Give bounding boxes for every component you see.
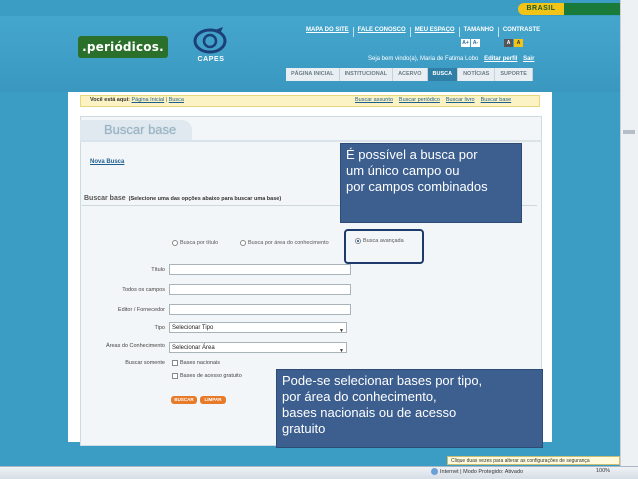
titulo-label: Título xyxy=(151,267,165,273)
periodicos-logo[interactable]: .periódicos. xyxy=(78,36,168,58)
buscar-base-link[interactable]: Buscar base xyxy=(481,97,512,103)
checkbox-bases-nacionais[interactable]: Bases nacionais xyxy=(172,360,220,366)
radio-busca-area[interactable]: Busca por área do conhecimento xyxy=(240,240,329,246)
breadcrumb-home-link[interactable]: Página Inicial xyxy=(131,97,164,103)
welcome-message: Seja bem vindo(a), Maria de Fatima Lobo … xyxy=(368,56,534,62)
tipo-select-value: Selecionar Tipo xyxy=(172,325,214,331)
contrast-dark-button[interactable]: A xyxy=(504,39,513,47)
editor-input[interactable] xyxy=(169,304,351,315)
callout-campos-line-2: um único campo ou xyxy=(346,163,460,178)
callout-bases: Pode-se selecionar bases por tipo, por á… xyxy=(276,369,543,448)
radio-busca-titulo[interactable]: Busca por título xyxy=(172,240,218,246)
scrollbar-thumb[interactable] xyxy=(623,130,635,134)
status-zone[interactable]: Internet | Modo Protegido: Ativado xyxy=(431,468,523,475)
area-select[interactable]: Selecionar Área ▼ xyxy=(169,342,347,354)
callout-bases-line-3: bases nacionais ou de acesso xyxy=(282,405,457,420)
callout-campos-line-1: É possível a busca por xyxy=(346,147,478,162)
area-select-value: Selecionar Área xyxy=(172,345,215,351)
top-navigation: MAPA DO SITE FALE CONOSCO MEU ESPAÇO TAM… xyxy=(302,27,544,37)
capes-label: CAPES xyxy=(197,56,225,63)
contrast-controls: A A xyxy=(504,39,523,47)
breadcrumb: Você está aqui: Página Inicial | Busca xyxy=(90,97,184,103)
radio-busca-area-label: Busca por área do conhecimento xyxy=(248,240,329,246)
buscar-livro-link[interactable]: Buscar livro xyxy=(446,97,475,103)
logout-link[interactable]: Sair xyxy=(523,56,534,62)
increase-font-button[interactable]: A+ xyxy=(461,39,470,47)
radio-icon xyxy=(172,240,178,246)
callout-bases-line-4: gratuito xyxy=(282,421,326,436)
decrease-font-button[interactable]: A- xyxy=(471,39,480,47)
browser-status-bar xyxy=(0,466,638,479)
section-heading: Buscar base (Selecione uma das opções aba… xyxy=(84,195,281,202)
buscar-assunto-link[interactable]: Buscar assunto xyxy=(355,97,393,103)
tipo-select[interactable]: Selecionar Tipo ▼ xyxy=(169,322,347,334)
tab-pagina-inicial[interactable]: PÁGINA INICIAL xyxy=(286,68,340,81)
radio-icon xyxy=(240,240,246,246)
breadcrumb-separator: | xyxy=(165,97,168,103)
buscar-periodico-link[interactable]: Buscar periódico xyxy=(399,97,440,103)
section-heading-title: Buscar base xyxy=(84,195,126,202)
area-label: Áreas do Conhecimento xyxy=(105,343,165,349)
buscar-somente-label: Buscar somente xyxy=(125,360,165,366)
radio-busca-titulo-label: Busca por título xyxy=(180,240,219,246)
checkbox-icon xyxy=(172,360,178,366)
todos-campos-input[interactable] xyxy=(169,284,351,295)
nav-tamanho-label: TAMANHO xyxy=(460,27,499,37)
highlight-box xyxy=(344,229,424,264)
contrast-yellow-button[interactable]: A xyxy=(514,39,523,47)
breadcrumb-current-link[interactable]: Busca xyxy=(169,97,184,103)
welcome-text: Seja bem vindo(a), Maria de Fatima Lobo xyxy=(368,56,479,62)
section-heading-hint: (Selecione uma das opções abaixo para bu… xyxy=(128,196,282,202)
brasil-badge[interactable]: BRASIL xyxy=(518,3,564,15)
capes-logo-icon xyxy=(193,27,227,54)
callout-campos-line-3: por campos combinados xyxy=(346,179,488,194)
security-tip[interactable]: Clique duas vezes para alterar as config… xyxy=(447,456,620,465)
callout-bases-line-1: Pode-se selecionar bases por tipo, xyxy=(282,373,483,388)
breadcrumb-prefix: Você está aqui: xyxy=(90,97,130,103)
zoom-level[interactable]: 100% xyxy=(596,468,610,474)
edit-profile-link[interactable]: Editar perfil xyxy=(484,56,517,62)
callout-campos: É possível a busca por um único campo ou… xyxy=(340,143,522,223)
dropdown-arrow-icon: ▼ xyxy=(339,328,344,334)
panel-title-text: Buscar base xyxy=(104,122,177,137)
tab-busca[interactable]: BUSCA xyxy=(427,68,459,81)
tab-noticias[interactable]: NOTÍCIAS xyxy=(458,68,496,81)
dropdown-arrow-icon: ▼ xyxy=(339,348,344,354)
nova-busca-link[interactable]: Nova Busca xyxy=(90,159,124,165)
checkbox-bases-acesso-gratuito[interactable]: Bases de acesso gratuito xyxy=(172,373,242,379)
editor-label: Editor / Fornecedor xyxy=(117,307,165,313)
globe-icon xyxy=(431,468,438,475)
nav-contraste-label: CONTRASTE xyxy=(502,27,541,33)
nav-fale-conosco[interactable]: FALE CONOSCO xyxy=(354,27,411,37)
tab-institucional[interactable]: INSTITUCIONAL xyxy=(339,68,394,81)
quick-search-links: Buscar assunto Buscar periódico Buscar l… xyxy=(355,97,511,103)
status-zone-text: Internet | Modo Protegido: Ativado xyxy=(440,468,524,475)
buscar-button[interactable]: BUSCAR xyxy=(171,396,197,404)
vertical-scrollbar[interactable] xyxy=(620,0,638,466)
panel-divider xyxy=(80,140,542,142)
tab-acervo[interactable]: ACERVO xyxy=(393,68,428,81)
tipo-label: Tipo xyxy=(154,325,166,331)
todos-campos-label: Todos os campos xyxy=(122,287,165,293)
nav-mapa-do-site[interactable]: MAPA DO SITE xyxy=(302,27,354,37)
panel-title: Buscar base xyxy=(104,122,176,137)
limpar-button[interactable]: LIMPAR xyxy=(200,396,226,404)
titulo-input[interactable] xyxy=(169,264,351,275)
checkbox-bases-nacionais-label: Bases nacionais xyxy=(180,360,221,366)
brasil-flag-stripe xyxy=(564,3,620,15)
checkbox-bases-acesso-gratuito-label: Bases de acesso gratuito xyxy=(180,373,242,379)
callout-bases-line-2: por área do conhecimento, xyxy=(282,389,437,404)
checkbox-icon xyxy=(172,373,178,379)
font-size-controls: A+ A- xyxy=(461,39,480,47)
main-tabs: PÁGINA INICIAL INSTITUCIONAL ACERVO BUSC… xyxy=(286,68,533,81)
nav-meu-espaco[interactable]: MEU ESPAÇO xyxy=(411,27,460,37)
tab-suporte[interactable]: SUPORTE xyxy=(495,68,533,81)
